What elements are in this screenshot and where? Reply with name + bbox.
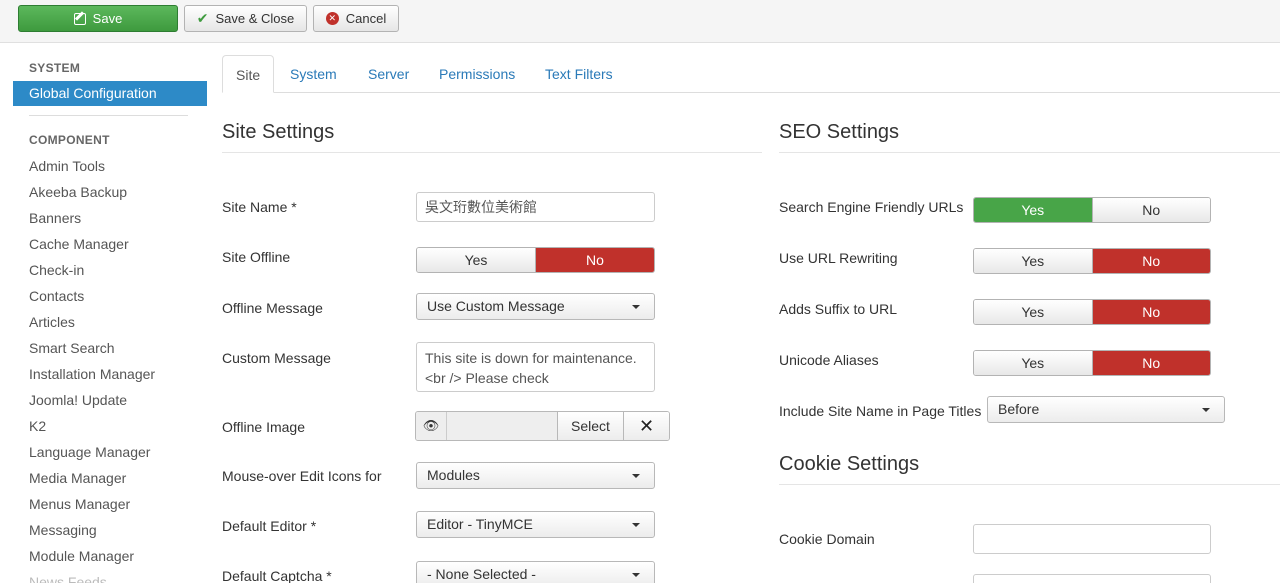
site-offline-toggle: Yes No bbox=[416, 247, 655, 273]
offline-image-label: Offline Image bbox=[222, 419, 306, 435]
sidebar-item-check-in[interactable]: Check-in bbox=[29, 257, 155, 283]
seo-settings-rule bbox=[779, 152, 1280, 153]
offline-message-select[interactable]: Use Custom Message bbox=[416, 293, 655, 320]
site-name-titles-select[interactable]: Before bbox=[987, 396, 1225, 423]
site-offline-no[interactable]: No bbox=[535, 248, 654, 272]
unicode-aliases-label: Unicode Aliases bbox=[779, 352, 879, 368]
offline-image-path bbox=[447, 412, 557, 440]
offline-message-label: Offline Message bbox=[222, 300, 323, 316]
sidebar-item-akeeba-backup[interactable]: Akeeba Backup bbox=[29, 179, 155, 205]
cookie-path-field[interactable] bbox=[973, 574, 1211, 583]
sef-urls-label: Search Engine Friendly URLs bbox=[779, 199, 964, 215]
url-suffix-yes[interactable]: Yes bbox=[974, 300, 1092, 324]
unicode-aliases-toggle: Yes No bbox=[973, 350, 1211, 376]
sidebar-item-installation-manager[interactable]: Installation Manager bbox=[29, 361, 155, 387]
custom-message-label: Custom Message bbox=[222, 350, 331, 366]
save-close-button-label: Save & Close bbox=[215, 11, 295, 26]
cookie-domain-label: Cookie Domain bbox=[779, 531, 875, 547]
site-offline-label: Site Offline bbox=[222, 249, 291, 265]
url-suffix-toggle: Yes No bbox=[973, 299, 1211, 325]
site-name-label: Site Name * bbox=[222, 199, 297, 215]
sef-urls-no[interactable]: No bbox=[1091, 198, 1210, 222]
sidebar-divider bbox=[29, 115, 188, 116]
tab-server[interactable]: Server bbox=[355, 55, 422, 93]
save-close-button[interactable]: ✔ Save & Close bbox=[184, 5, 307, 32]
default-captcha-label: Default Captcha * bbox=[222, 568, 332, 583]
sidebar-item-joomla-update[interactable]: Joomla! Update bbox=[29, 387, 155, 413]
sidebar-item-articles[interactable]: Articles bbox=[29, 309, 155, 335]
sidebar-item-language-manager[interactable]: Language Manager bbox=[29, 439, 155, 465]
mouseover-edit-label: Mouse-over Edit Icons for bbox=[222, 468, 382, 484]
sef-urls-toggle: Yes No bbox=[973, 197, 1211, 223]
save-button[interactable]: Save bbox=[18, 5, 178, 32]
cancel-button-label: Cancel bbox=[345, 11, 387, 26]
site-name-field[interactable]: 吳文珩數位美術館 bbox=[416, 192, 655, 222]
default-captcha-select[interactable]: - None Selected - bbox=[416, 561, 655, 583]
url-suffix-no[interactable]: No bbox=[1091, 300, 1210, 324]
cancel-icon: ✕ bbox=[325, 12, 339, 25]
sidebar-item-smart-search[interactable]: Smart Search bbox=[29, 335, 155, 361]
cookie-domain-field[interactable] bbox=[973, 524, 1211, 554]
cancel-button[interactable]: ✕ Cancel bbox=[313, 5, 399, 32]
sef-urls-yes[interactable]: Yes bbox=[974, 198, 1092, 222]
sidebar-item-global-configuration[interactable]: Global Configuration bbox=[13, 81, 207, 106]
tab-text-filters[interactable]: Text Filters bbox=[532, 55, 626, 93]
url-rewriting-label: Use URL Rewriting bbox=[779, 250, 898, 266]
edit-icon bbox=[73, 12, 86, 25]
site-settings-rule bbox=[222, 152, 762, 153]
tab-site[interactable]: Site bbox=[222, 55, 275, 93]
site-settings-title: Site Settings bbox=[222, 121, 335, 143]
sidebar-item-banners[interactable]: Banners bbox=[29, 205, 155, 231]
sidebar-component-list: Admin Tools Akeeba Backup Banners Cache … bbox=[29, 153, 155, 583]
eye-icon[interactable]: 👁 bbox=[416, 412, 447, 440]
sidebar-item-media-manager[interactable]: Media Manager bbox=[29, 465, 155, 491]
cookie-settings-title: Cookie Settings bbox=[779, 453, 920, 475]
check-icon: ✔ bbox=[196, 10, 209, 26]
tab-system[interactable]: System bbox=[277, 55, 350, 93]
unicode-aliases-yes[interactable]: Yes bbox=[974, 351, 1092, 375]
sidebar-item-module-manager[interactable]: Module Manager bbox=[29, 543, 155, 569]
sidebar-header-component: COMPONENT bbox=[29, 133, 110, 147]
sidebar-header-system: SYSTEM bbox=[29, 61, 81, 75]
sidebar-item-messaging[interactable]: Messaging bbox=[29, 517, 155, 543]
unicode-aliases-no[interactable]: No bbox=[1091, 351, 1210, 375]
sidebar-item-admin-tools[interactable]: Admin Tools bbox=[29, 153, 155, 179]
save-button-label: Save bbox=[92, 11, 123, 26]
cookie-settings-rule bbox=[779, 484, 1280, 485]
sidebar-item-contacts[interactable]: Contacts bbox=[29, 283, 155, 309]
url-rewriting-toggle: Yes No bbox=[973, 248, 1211, 274]
offline-image-field: 👁 Select ✕ bbox=[415, 411, 670, 441]
mouseover-edit-select[interactable]: Modules bbox=[416, 462, 655, 489]
url-rewriting-yes[interactable]: Yes bbox=[974, 249, 1092, 273]
sidebar-item-cache-manager[interactable]: Cache Manager bbox=[29, 231, 155, 257]
tab-permissions[interactable]: Permissions bbox=[426, 55, 528, 93]
tab-bar: Site System Server Permissions Text Filt… bbox=[222, 55, 1280, 93]
offline-image-select-button[interactable]: Select bbox=[557, 412, 623, 440]
custom-message-textarea[interactable]: This site is down for maintenance.<br />… bbox=[416, 342, 655, 392]
toolbar: Save ✔ Save & Close ✕ Cancel bbox=[0, 0, 1280, 43]
seo-settings-title: SEO Settings bbox=[779, 121, 900, 143]
default-editor-label: Default Editor * bbox=[222, 518, 317, 534]
sidebar-item-news-feeds[interactable]: News Feeds bbox=[29, 569, 155, 583]
clear-icon[interactable]: ✕ bbox=[623, 412, 669, 440]
url-rewriting-no[interactable]: No bbox=[1091, 249, 1210, 273]
sidebar-item-menus-manager[interactable]: Menus Manager bbox=[29, 491, 155, 517]
url-suffix-label: Adds Suffix to URL bbox=[779, 301, 898, 317]
sidebar-item-k2[interactable]: K2 bbox=[29, 413, 155, 439]
site-offline-yes[interactable]: Yes bbox=[417, 248, 535, 272]
default-editor-select[interactable]: Editor - TinyMCE bbox=[416, 511, 655, 538]
site-name-titles-label: Include Site Name in Page Titles bbox=[779, 403, 982, 419]
